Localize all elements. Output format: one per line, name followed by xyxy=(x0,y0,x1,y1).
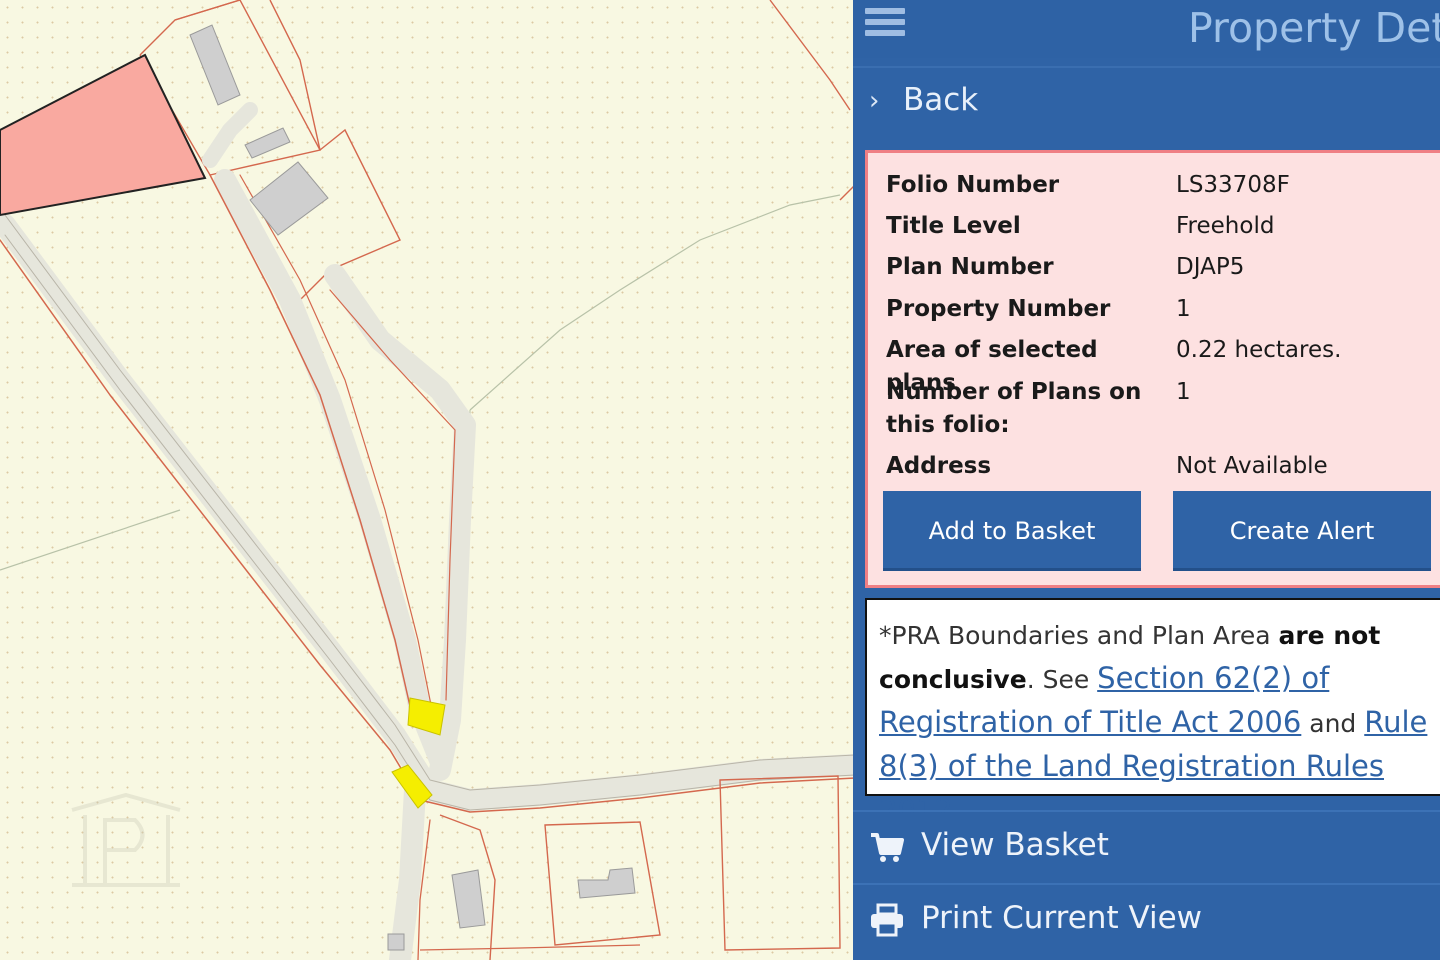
field-line xyxy=(469,194,841,411)
detail-value: DJAP5 xyxy=(1176,254,1245,280)
back-label: Back xyxy=(903,82,979,118)
highlight-area[interactable] xyxy=(407,697,446,736)
detail-value: LS33708F xyxy=(1176,172,1290,198)
view-basket-label: View Basket xyxy=(921,827,1109,863)
road-track xyxy=(202,102,258,168)
detail-key: Plan Number xyxy=(886,254,1054,280)
divider xyxy=(853,883,1440,885)
property-details-box: Folio Number LS33708F Title Level Freeho… xyxy=(865,150,1440,588)
detail-value: 1 xyxy=(1176,296,1191,322)
detail-value: Freehold xyxy=(1176,213,1275,239)
detail-key: Folio Number xyxy=(886,172,1060,198)
detail-value: 1 xyxy=(1176,379,1191,405)
create-alert-button[interactable]: Create Alert xyxy=(1173,491,1431,571)
map-layer xyxy=(0,0,855,960)
print-current-view-button[interactable]: Print Current View xyxy=(853,886,1440,956)
selected-parcel[interactable] xyxy=(0,53,207,217)
boundary-line xyxy=(419,944,641,951)
property-details-panel: Property Deta › Back Folio Number LS3370… xyxy=(853,0,1440,960)
printer-icon xyxy=(871,903,903,937)
detail-key: Property Number xyxy=(886,296,1111,322)
panel-title: Property Deta xyxy=(1188,4,1440,52)
view-basket-button[interactable]: View Basket xyxy=(853,813,1440,883)
print-current-view-label: Print Current View xyxy=(921,900,1203,936)
detail-key: Title Level xyxy=(886,213,1021,239)
divider xyxy=(853,810,1440,812)
building xyxy=(577,867,636,899)
menu-icon[interactable] xyxy=(865,8,905,44)
boundary-line xyxy=(269,0,321,151)
boundary-line xyxy=(769,0,851,111)
detail-value: Not Available xyxy=(1176,453,1328,479)
building xyxy=(387,933,405,951)
notice-text: and xyxy=(1301,709,1365,738)
back-button[interactable]: › Back xyxy=(853,66,1440,138)
map-canvas[interactable] xyxy=(0,0,855,960)
notice-text: . See xyxy=(1026,665,1098,694)
add-to-basket-button[interactable]: Add to Basket xyxy=(883,491,1141,571)
detail-key: Address xyxy=(886,453,992,479)
panel-header: Property Deta xyxy=(853,0,1440,58)
disclaimer-notice: *PRA Boundaries and Plan Area are not co… xyxy=(865,598,1440,827)
field-line xyxy=(0,509,181,571)
building xyxy=(189,24,241,106)
notice-text: *PRA Boundaries and Plan Area xyxy=(879,621,1279,650)
building xyxy=(244,127,291,159)
cart-icon xyxy=(871,833,904,862)
detail-value: 0.22 hectares. xyxy=(1176,337,1342,363)
building xyxy=(249,161,329,236)
watermark-logo xyxy=(71,792,181,887)
building xyxy=(451,869,486,929)
chevron-right-icon: › xyxy=(869,86,880,116)
parcel-outline xyxy=(719,775,841,951)
detail-key: Number of Plans on this folio: xyxy=(886,379,1142,438)
